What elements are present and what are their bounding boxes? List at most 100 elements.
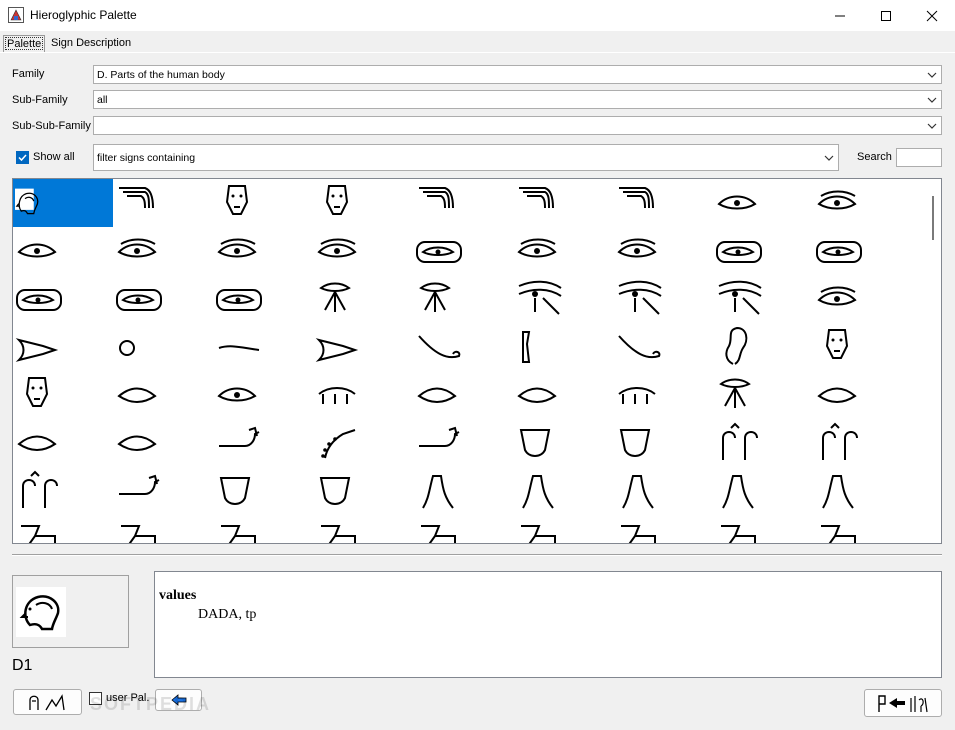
insert-sign-button[interactable] <box>864 689 942 717</box>
sign-cell-d27[interactable] <box>813 275 913 323</box>
sign-cell-d25[interactable] <box>613 275 713 323</box>
sign-cell-d33[interactable] <box>513 323 613 371</box>
sign-cell-d13[interactable] <box>313 227 413 275</box>
sign-cell-d71[interactable] <box>713 515 813 543</box>
sign-cell-d14[interactable] <box>413 227 513 275</box>
sign-cell-d38[interactable] <box>113 371 213 419</box>
sign-cell-d15[interactable] <box>513 227 613 275</box>
insert-glyph-icon <box>878 695 928 713</box>
show-all-checkbox[interactable] <box>16 151 29 164</box>
sign-cell-d46[interactable] <box>13 419 113 467</box>
subfamily-dropdown[interactable]: all <box>93 90 942 109</box>
sign-cell-d34[interactable] <box>613 323 713 371</box>
sign-cell-d8[interactable] <box>713 179 813 227</box>
sign-cell-d7[interactable] <box>613 179 713 227</box>
sign-cell-d68[interactable] <box>413 515 513 543</box>
sign-cell-d2[interactable] <box>113 179 213 227</box>
sign-cell-d50[interactable] <box>413 419 513 467</box>
sign-glyph-icon <box>17 435 57 451</box>
sign-cell-d55[interactable] <box>13 467 113 515</box>
sign-palette-grid <box>12 178 942 544</box>
sign-cell-d45[interactable] <box>813 371 913 419</box>
subsubfamily-dropdown[interactable] <box>93 116 942 135</box>
sign-cell-d48[interactable] <box>213 419 313 467</box>
sign-glyph-icon <box>317 238 357 258</box>
sign-cell-d43[interactable] <box>613 371 713 419</box>
minimize-button[interactable] <box>817 0 863 31</box>
sign-cell-d31[interactable] <box>313 323 413 371</box>
sign-cell-d66[interactable] <box>213 515 313 543</box>
sign-cell-d58[interactable] <box>313 467 413 515</box>
tab-palette[interactable]: Palette <box>3 35 46 52</box>
sign-cell-d28[interactable] <box>13 323 113 371</box>
maximize-button[interactable] <box>863 0 909 31</box>
sign-cell-d4[interactable] <box>313 179 413 227</box>
sign-cell-d37[interactable] <box>13 371 113 419</box>
filter-value: filter signs containing <box>97 152 196 164</box>
sign-cell-d70[interactable] <box>613 515 713 543</box>
sign-cell-d57[interactable] <box>213 467 313 515</box>
sign-glyph-icon <box>321 429 356 459</box>
sign-cell-d52[interactable] <box>613 419 713 467</box>
values-heading: values <box>159 588 197 603</box>
sign-cell-d26[interactable] <box>713 275 813 323</box>
filter-dropdown[interactable]: filter signs containing <box>93 144 839 171</box>
tab-sign-description[interactable]: Sign Description <box>48 35 134 51</box>
watermark: SOFTPEDIA <box>90 694 212 714</box>
sign-cell-d20[interactable] <box>113 275 213 323</box>
sign-cell-d1[interactable] <box>13 179 113 227</box>
sign-glyph-icon <box>319 477 351 505</box>
sign-cell-d41[interactable] <box>413 371 513 419</box>
sign-cell-d65[interactable] <box>113 515 213 543</box>
sign-cell-d63[interactable] <box>813 467 913 515</box>
family-dropdown[interactable]: D. Parts of the human body <box>93 65 942 84</box>
sign-cell-d22[interactable] <box>313 275 413 323</box>
sign-glyph-icon <box>119 474 160 495</box>
sign-cell-d23[interactable] <box>413 275 513 323</box>
hieroglyph-palette-button[interactable] <box>13 689 82 715</box>
sign-cell-d29[interactable] <box>113 323 213 371</box>
sign-cell-d5[interactable] <box>413 179 513 227</box>
sign-glyph-icon <box>319 282 351 312</box>
sign-cell-d19[interactable] <box>13 275 113 323</box>
sign-cell-d39[interactable] <box>213 371 313 419</box>
sign-cell-d10[interactable] <box>13 227 113 275</box>
sign-cell-d72[interactable] <box>813 515 913 543</box>
sign-cell-d35[interactable] <box>713 323 813 371</box>
sign-cell-d12[interactable] <box>213 227 313 275</box>
sign-cell-d18[interactable] <box>813 227 913 275</box>
scrollbar-thumb[interactable] <box>932 196 934 240</box>
sign-cell-d36[interactable] <box>813 323 913 371</box>
sign-cell-d49[interactable] <box>313 419 413 467</box>
sign-cell-d16[interactable] <box>613 227 713 275</box>
vertical-scrollbar[interactable] <box>926 179 941 543</box>
close-button[interactable] <box>909 0 955 31</box>
sign-cell-d51[interactable] <box>513 419 613 467</box>
sign-cell-d3[interactable] <box>213 179 313 227</box>
sign-cell-d21[interactable] <box>213 275 313 323</box>
sign-cell-d17[interactable] <box>713 227 813 275</box>
sign-cell-d69[interactable] <box>513 515 613 543</box>
search-input[interactable] <box>896 148 942 167</box>
sign-cell-d60[interactable] <box>513 467 613 515</box>
sign-cell-d64[interactable] <box>13 515 113 543</box>
sign-cell-d32[interactable] <box>413 323 513 371</box>
sign-cell-d47[interactable] <box>113 419 213 467</box>
sign-cell-d42[interactable] <box>513 371 613 419</box>
sign-cell-d40[interactable] <box>313 371 413 419</box>
sign-cell-d59[interactable] <box>413 467 513 515</box>
sign-cell-d9[interactable] <box>813 179 913 227</box>
sign-cell-d62[interactable] <box>713 467 813 515</box>
sign-cell-d11[interactable] <box>113 227 213 275</box>
sign-cell-d6[interactable] <box>513 179 613 227</box>
sign-cell-d30[interactable] <box>213 323 313 371</box>
sign-glyph-icon <box>419 426 460 447</box>
sign-cell-d24[interactable] <box>513 275 613 323</box>
sign-cell-d61[interactable] <box>613 467 713 515</box>
sign-glyph-icon <box>421 525 456 543</box>
sign-cell-d54[interactable] <box>813 419 913 467</box>
sign-cell-d56[interactable] <box>113 467 213 515</box>
sign-cell-d44[interactable] <box>713 371 813 419</box>
sign-cell-d67[interactable] <box>313 515 413 543</box>
sign-cell-d53[interactable] <box>713 419 813 467</box>
